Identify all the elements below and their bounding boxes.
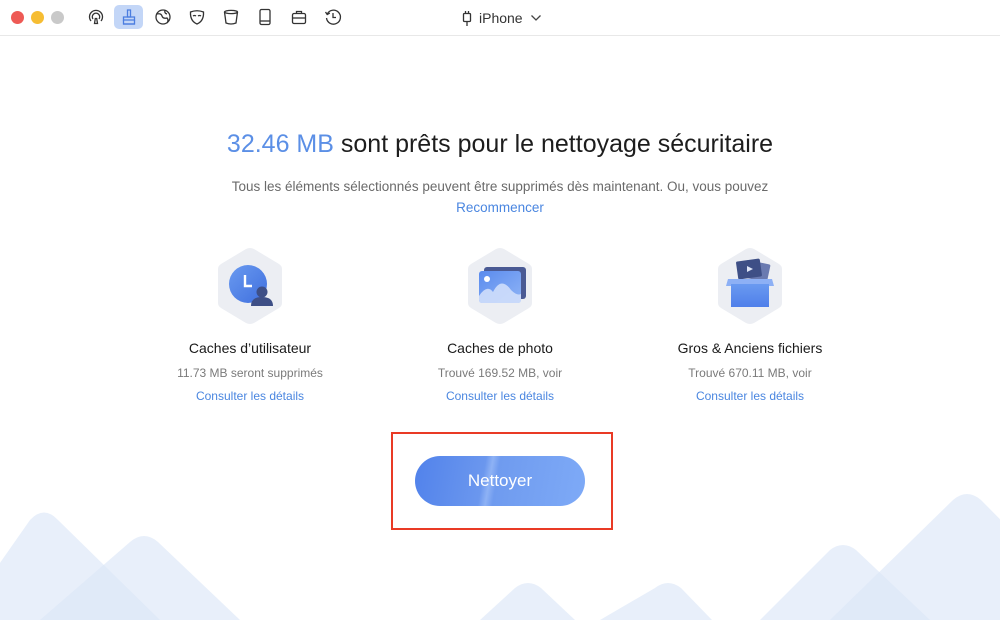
- card-description: Trouvé 670.11 MB, voir: [688, 366, 812, 380]
- cleaner-brush-icon: [122, 9, 135, 25]
- user-cache-icon: [218, 248, 282, 324]
- toolbar-privacy-button[interactable]: [182, 5, 211, 29]
- toolbar-cleaner-button[interactable]: [114, 5, 143, 29]
- hexagon-badge: [215, 246, 285, 326]
- page-title: 32.46 MB sont prêts pour le nettoyage sé…: [0, 130, 1000, 159]
- bucket-icon: [223, 9, 238, 25]
- total-size: 32.46 MB: [226, 130, 334, 158]
- history-icon: [324, 9, 341, 25]
- tablet-icon: [258, 8, 271, 26]
- headline-text: sont prêts pour le nettoyage sécuritaire: [333, 130, 774, 158]
- mask-icon: [189, 10, 204, 25]
- toolbar-history-button[interactable]: [318, 5, 347, 29]
- maximize-window-button[interactable]: [51, 11, 64, 24]
- card-title: Caches d’utilisateur: [188, 340, 312, 356]
- device-name: iPhone: [479, 10, 523, 26]
- hexagon-badge: [715, 246, 785, 326]
- briefcase-icon: [291, 10, 306, 25]
- category-card-user-caches: Caches d’utilisateur 11.73 MB seront sup…: [140, 246, 360, 403]
- toolbar-toolkit-button[interactable]: [284, 5, 313, 29]
- hexagon-badge: [465, 246, 535, 326]
- toolbar-bucket-button[interactable]: [216, 5, 245, 29]
- restart-link[interactable]: Recommencer: [456, 200, 544, 215]
- subtitle: Tous les éléments sélectionnés peuvent ê…: [231, 179, 769, 194]
- toolbar-airbackup-button[interactable]: [81, 5, 110, 29]
- chevron-down-icon: [530, 15, 541, 21]
- close-window-button[interactable]: [11, 11, 24, 24]
- restart-link-row: Recommencer: [0, 200, 1000, 215]
- category-card-large-files: Gros & Anciens fichiers Trouvé 670.11 MB…: [640, 246, 860, 403]
- title-bar: iPhone: [0, 0, 1000, 36]
- globe-icon: [154, 9, 171, 25]
- card-title: Gros & Anciens fichiers: [677, 340, 823, 356]
- view-details-link[interactable]: Consulter les détails: [140, 389, 360, 403]
- card-title: Caches de photo: [447, 340, 553, 356]
- lightning-cable-icon: [462, 10, 472, 26]
- large-files-icon: [718, 248, 782, 324]
- minimize-window-button[interactable]: [31, 11, 44, 24]
- photo-cache-icon: [468, 248, 532, 324]
- category-card-photo-caches: Caches de photo Trouvé 169.52 MB, voir C…: [390, 246, 610, 403]
- view-details-link[interactable]: Consulter les détails: [640, 389, 860, 403]
- view-details-link[interactable]: Consulter les détails: [390, 389, 610, 403]
- card-description: 11.73 MB seront supprimés: [177, 366, 323, 380]
- clean-button[interactable]: Nettoyer: [415, 456, 585, 506]
- airbackup-icon: [88, 9, 103, 25]
- card-description: Trouvé 169.52 MB, voir: [437, 366, 563, 380]
- toolbar-globe-button[interactable]: [148, 5, 177, 29]
- device-selector[interactable]: iPhone: [462, 9, 542, 27]
- toolbar-device-button[interactable]: [250, 5, 279, 29]
